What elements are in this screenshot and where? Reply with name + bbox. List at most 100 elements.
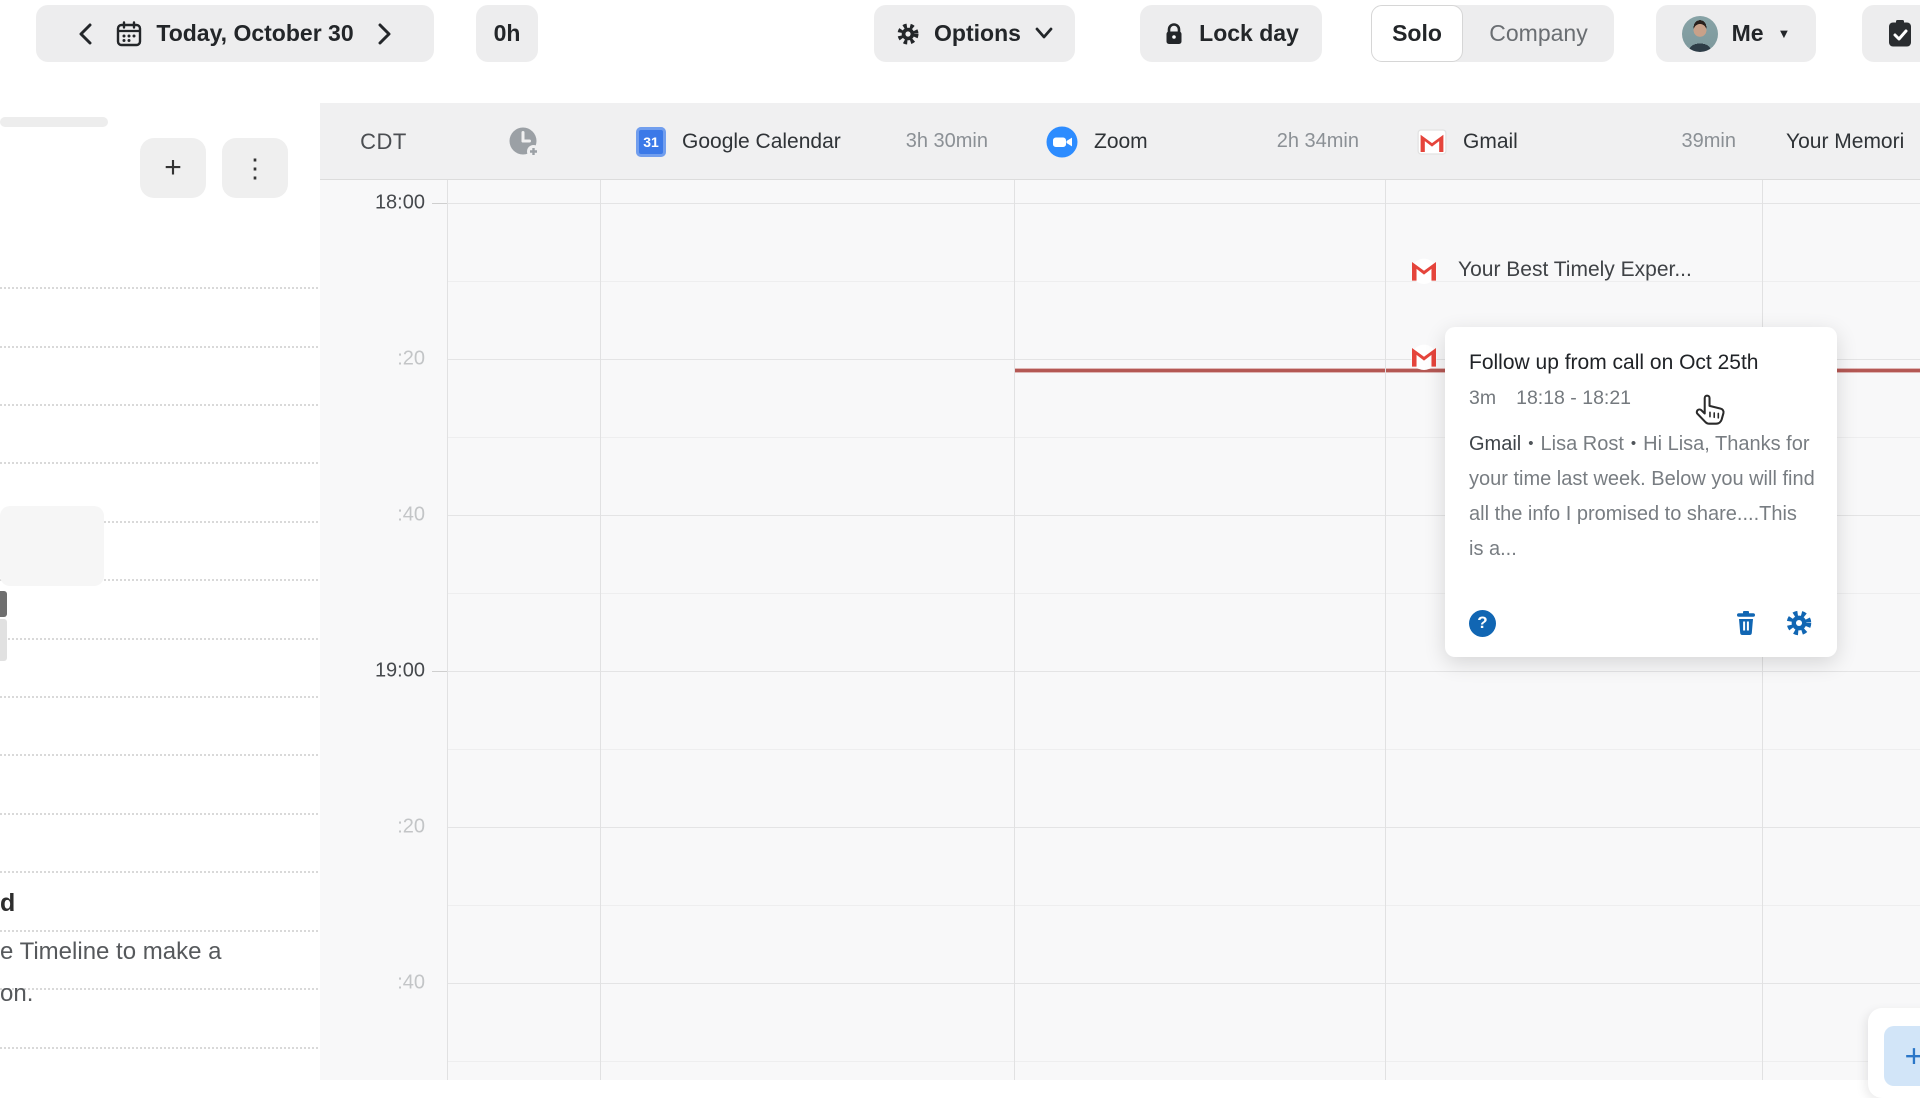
user-menu-button[interactable]: Me ▼ <box>1656 5 1816 62</box>
gridline <box>447 749 1920 750</box>
divider <box>0 1047 318 1049</box>
tracked-time-column-header[interactable] <box>447 103 600 180</box>
avatar <box>1682 16 1718 52</box>
onboarding-text: d <box>0 889 15 918</box>
chevron-left-icon <box>78 23 93 45</box>
top-bar: Today, October 30 0h Options Lock day So… <box>0 0 1920 86</box>
dropdown-triangle-icon: ▼ <box>1778 26 1791 41</box>
settings-button[interactable] <box>1785 609 1813 637</box>
plus-icon: + <box>1905 1038 1920 1075</box>
help-button[interactable]: ? <box>1469 610 1496 637</box>
toggle-company[interactable]: Company <box>1463 5 1614 62</box>
gridline <box>447 203 1920 204</box>
user-menu-label: Me <box>1732 20 1764 47</box>
date-navigator: Today, October 30 <box>36 5 434 62</box>
next-day-button[interactable] <box>368 14 402 54</box>
column-separator <box>447 103 448 1080</box>
lock-day-button[interactable]: Lock day <box>1140 5 1322 62</box>
timeline-header: CDT 31 Google Calendar 3h 30min Zoom 2h … <box>320 103 1920 180</box>
app-name: Gmail <box>1463 130 1518 154</box>
options-button[interactable]: Options <box>874 5 1075 62</box>
tooltip-meta: 3m18:18 - 18:21 <box>1469 387 1813 410</box>
prev-day-button[interactable] <box>68 14 102 54</box>
divider <box>0 988 318 990</box>
sidebar-ghost-card <box>0 506 104 586</box>
divider <box>0 696 318 698</box>
time-label: 19:00 <box>320 660 425 683</box>
trash-button[interactable] <box>1735 611 1757 636</box>
calendar-icon <box>116 21 142 47</box>
column-separator <box>1385 103 1386 1080</box>
tooltip-preview: Gmail•Lisa Rost•Hi Lisa, Thanks for your… <box>1469 426 1815 567</box>
tooltip-title: Follow up from call on Oct 25th <box>1469 351 1813 375</box>
tooltip-sender: Lisa Rost <box>1541 433 1624 455</box>
help-icon: ? <box>1477 613 1487 633</box>
divider <box>0 813 318 815</box>
tasks-button[interactable] <box>1862 5 1920 62</box>
zoom-icon <box>1046 126 1078 158</box>
divider <box>0 462 318 464</box>
divider <box>0 638 318 640</box>
column-header-google-calendar[interactable]: 31 Google Calendar 3h 30min <box>600 103 1014 180</box>
chevron-down-icon <box>1035 27 1053 40</box>
options-label: Options <box>934 20 1021 47</box>
add-project-button[interactable]: + <box>140 138 206 198</box>
divider <box>0 346 318 348</box>
gridline <box>447 281 1920 282</box>
total-hours-label: 0h <box>494 20 521 47</box>
chevron-right-icon <box>377 23 392 45</box>
onboarding-text: e Timeline to make a <box>0 938 221 966</box>
divider <box>0 930 318 932</box>
column-separator <box>1014 103 1015 1080</box>
tooltip-time-range: 18:18 - 18:21 <box>1516 387 1631 409</box>
app-duration: 3h 30min <box>906 130 988 153</box>
gridline <box>447 983 1920 984</box>
separator-dot: • <box>1528 435 1533 452</box>
date-label: Today, October 30 <box>156 20 353 47</box>
memory-entry[interactable]: Your Best Timely Exper... <box>1408 255 1692 285</box>
google-calendar-icon: 31 <box>636 127 666 157</box>
total-hours-badge: 0h <box>476 5 538 62</box>
separator-dot: • <box>1631 435 1636 452</box>
divider <box>0 287 318 289</box>
time-label: :40 <box>320 504 425 527</box>
gear-icon <box>896 22 920 46</box>
timezone-label: CDT <box>320 103 447 180</box>
toggle-solo[interactable]: Solo <box>1371 5 1463 62</box>
gcal-icon-text: 31 <box>643 134 659 150</box>
entry-tooltip: Follow up from call on Oct 25th 3m18:18 … <box>1445 327 1837 657</box>
plus-icon: + <box>164 151 182 185</box>
gridline <box>447 671 1920 672</box>
tooltip-source: Gmail <box>1469 433 1521 455</box>
app-name: Google Calendar <box>682 130 841 154</box>
company-label: Company <box>1489 20 1587 47</box>
lock-icon <box>1163 22 1185 46</box>
sidebar-ghost-item <box>0 117 108 127</box>
time-label: :20 <box>320 348 425 371</box>
divider <box>0 871 318 873</box>
tooltip-footer: ? <box>1469 609 1813 637</box>
clock-plus-icon <box>507 125 541 159</box>
app-duration: 2h 34min <box>1277 130 1359 153</box>
gmail-icon <box>1408 341 1440 371</box>
divider <box>0 754 318 756</box>
memory-entry-title: Your Best Timely Exper... <box>1458 258 1692 282</box>
app-name: Your Memori <box>1786 130 1904 154</box>
column-header-zoom[interactable]: Zoom 2h 34min <box>1014 103 1385 180</box>
memory-entry[interactable] <box>1408 341 1440 371</box>
column-header-memories[interactable]: Your Memori <box>1762 103 1920 180</box>
solo-label: Solo <box>1392 20 1442 47</box>
app-name: Zoom <box>1094 130 1148 154</box>
view-toggle: Solo Company <box>1371 5 1614 62</box>
column-separator <box>600 103 601 1080</box>
sidebar-clipped-item <box>0 619 7 661</box>
onboarding-text: on. <box>0 980 33 1008</box>
gridline <box>447 827 1920 828</box>
sidebar-menu-button[interactable]: ⋮ <box>222 138 288 198</box>
add-entry-button[interactable]: + <box>1884 1026 1920 1086</box>
hour-tick <box>432 671 447 672</box>
sidebar-clipped-item <box>0 591 7 617</box>
gmail-icon <box>1408 255 1440 285</box>
column-header-gmail[interactable]: Gmail 39min <box>1385 103 1762 180</box>
app-duration: 39min <box>1682 130 1736 153</box>
